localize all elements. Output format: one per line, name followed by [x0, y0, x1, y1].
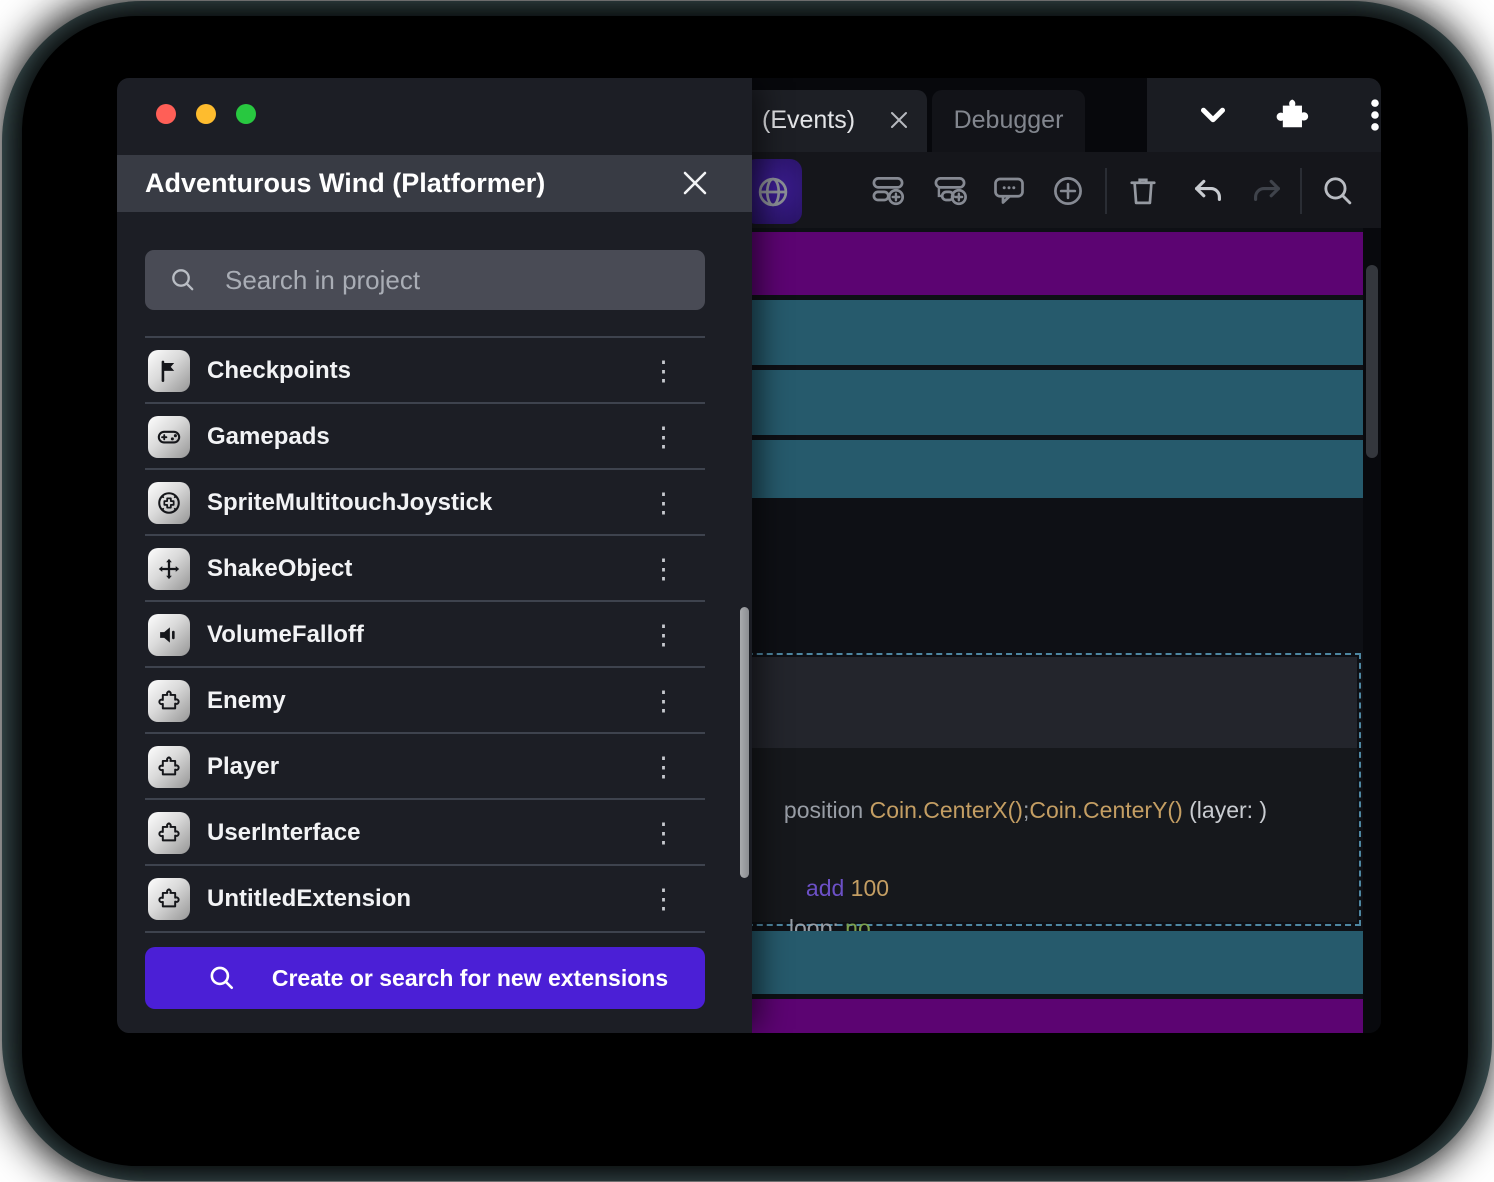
puzzle-icon: [148, 878, 190, 920]
toggle-network-button[interactable]: [744, 159, 802, 224]
item-menu-kebab-icon[interactable]: ⋮: [650, 338, 677, 404]
toolbar-divider: [1300, 168, 1302, 214]
tab-close-icon[interactable]: [889, 110, 909, 130]
project-search: [145, 250, 705, 310]
item-label: Enemy: [207, 668, 286, 734]
joystick-icon: [148, 482, 190, 524]
item-menu-kebab-icon[interactable]: ⋮: [650, 800, 677, 866]
move-arrows-icon: [148, 548, 190, 590]
list-item-checkpoints[interactable]: Checkpoints ⋮: [145, 338, 705, 404]
add-comment-icon[interactable]: [991, 173, 1027, 209]
tab-events-label: (Events): [762, 90, 855, 150]
traffic-minimize-button[interactable]: [196, 104, 216, 124]
toolbar-divider: [1105, 168, 1107, 214]
globe-icon: [755, 174, 791, 210]
event-conditions-area[interactable]: [681, 657, 1357, 748]
app-window: (Events) Debugger: [117, 78, 1381, 1033]
divider: [145, 931, 705, 933]
event-row[interactable]: [690, 931, 1363, 994]
project-title: Adventurous Wind (Platformer): [145, 155, 545, 212]
project-manager-drawer: Adventurous Wind (Platformer): [117, 78, 752, 1033]
item-label: UserInterface: [207, 800, 360, 866]
search-icon: [207, 963, 237, 993]
event-row[interactable]: [690, 440, 1363, 498]
item-label: SpriteMultitouchJoystick: [207, 470, 492, 536]
chevron-down-icon[interactable]: [1194, 96, 1232, 134]
drawer-header: Adventurous Wind (Platformer): [117, 155, 752, 212]
search-icon: [169, 266, 197, 294]
item-label: Player: [207, 734, 279, 800]
item-menu-kebab-icon[interactable]: ⋮: [650, 536, 677, 602]
puzzle-icon: [148, 812, 190, 854]
item-label: UntitledExtension: [207, 866, 411, 932]
action-text-line: position Coin.CenterX();Coin.CenterY() (…: [720, 770, 1267, 851]
volume-icon: [148, 614, 190, 656]
search-input[interactable]: [225, 250, 685, 310]
close-icon[interactable]: [681, 169, 709, 197]
redo-icon[interactable]: [1249, 173, 1285, 209]
item-label: Gamepads: [207, 404, 330, 470]
kebab-menu-icon[interactable]: [1356, 96, 1381, 134]
add-event-icon[interactable]: [870, 173, 906, 209]
list-item-untitledextension[interactable]: UntitledExtension ⋮: [145, 866, 705, 932]
event-row[interactable]: [690, 999, 1363, 1033]
puzzle-icon: [148, 680, 190, 722]
events-scrollbar-thumb[interactable]: [1366, 265, 1378, 458]
item-menu-kebab-icon[interactable]: ⋮: [650, 866, 677, 932]
tab-debugger[interactable]: Debugger: [932, 90, 1085, 152]
list-item-gamepads[interactable]: Gamepads ⋮: [145, 404, 705, 470]
drawer-scrollbar-thumb[interactable]: [740, 607, 749, 878]
list-item-userinterface[interactable]: UserInterface ⋮: [145, 800, 705, 866]
list-item-spritemultitouchjoystick[interactable]: SpriteMultitouchJoystick ⋮: [145, 470, 705, 536]
flag-icon: [148, 350, 190, 392]
events-sheet: position Coin.CenterX();Coin.CenterY() (…: [677, 228, 1363, 1033]
gamepad-icon: [148, 416, 190, 458]
event-row[interactable]: [690, 300, 1363, 365]
window-top-controls: [1147, 78, 1381, 152]
delete-icon[interactable]: [1125, 173, 1161, 209]
create-extension-label: Create or search for new extensions: [255, 947, 685, 1009]
selected-event[interactable]: position Coin.CenterX();Coin.CenterY() (…: [677, 653, 1361, 926]
event-row[interactable]: [690, 370, 1363, 435]
item-menu-kebab-icon[interactable]: ⋮: [650, 404, 677, 470]
list-item-enemy[interactable]: Enemy ⋮: [145, 668, 705, 734]
undo-icon[interactable]: [1190, 173, 1226, 209]
add-other-event-icon[interactable]: [1050, 173, 1086, 209]
item-menu-kebab-icon[interactable]: ⋮: [650, 470, 677, 536]
item-menu-kebab-icon[interactable]: ⋮: [650, 734, 677, 800]
desktop: (Events) Debugger: [0, 0, 1494, 1182]
list-item-player[interactable]: Player ⋮: [145, 734, 705, 800]
traffic-close-button[interactable]: [156, 104, 176, 124]
extensions-puzzle-icon[interactable]: [1273, 96, 1311, 134]
item-label: VolumeFalloff: [207, 602, 364, 668]
add-subevent-icon[interactable]: [932, 173, 968, 209]
search-events-icon[interactable]: [1320, 173, 1356, 209]
item-menu-kebab-icon[interactable]: ⋮: [650, 602, 677, 668]
puzzle-icon: [148, 746, 190, 788]
list-item-shakeobject[interactable]: ShakeObject ⋮: [145, 536, 705, 602]
list-item-volumefalloff[interactable]: VolumeFalloff ⋮: [145, 602, 705, 668]
traffic-zoom-button[interactable]: [236, 104, 256, 124]
event-row[interactable]: [690, 232, 1363, 295]
events-scrollbar-track[interactable]: [1363, 228, 1381, 1033]
item-menu-kebab-icon[interactable]: ⋮: [650, 668, 677, 734]
tab-debugger-label: Debugger: [932, 90, 1085, 150]
create-extension-button[interactable]: Create or search for new extensions: [145, 947, 705, 1009]
item-label: ShakeObject: [207, 536, 352, 602]
item-label: Checkpoints: [207, 338, 351, 404]
